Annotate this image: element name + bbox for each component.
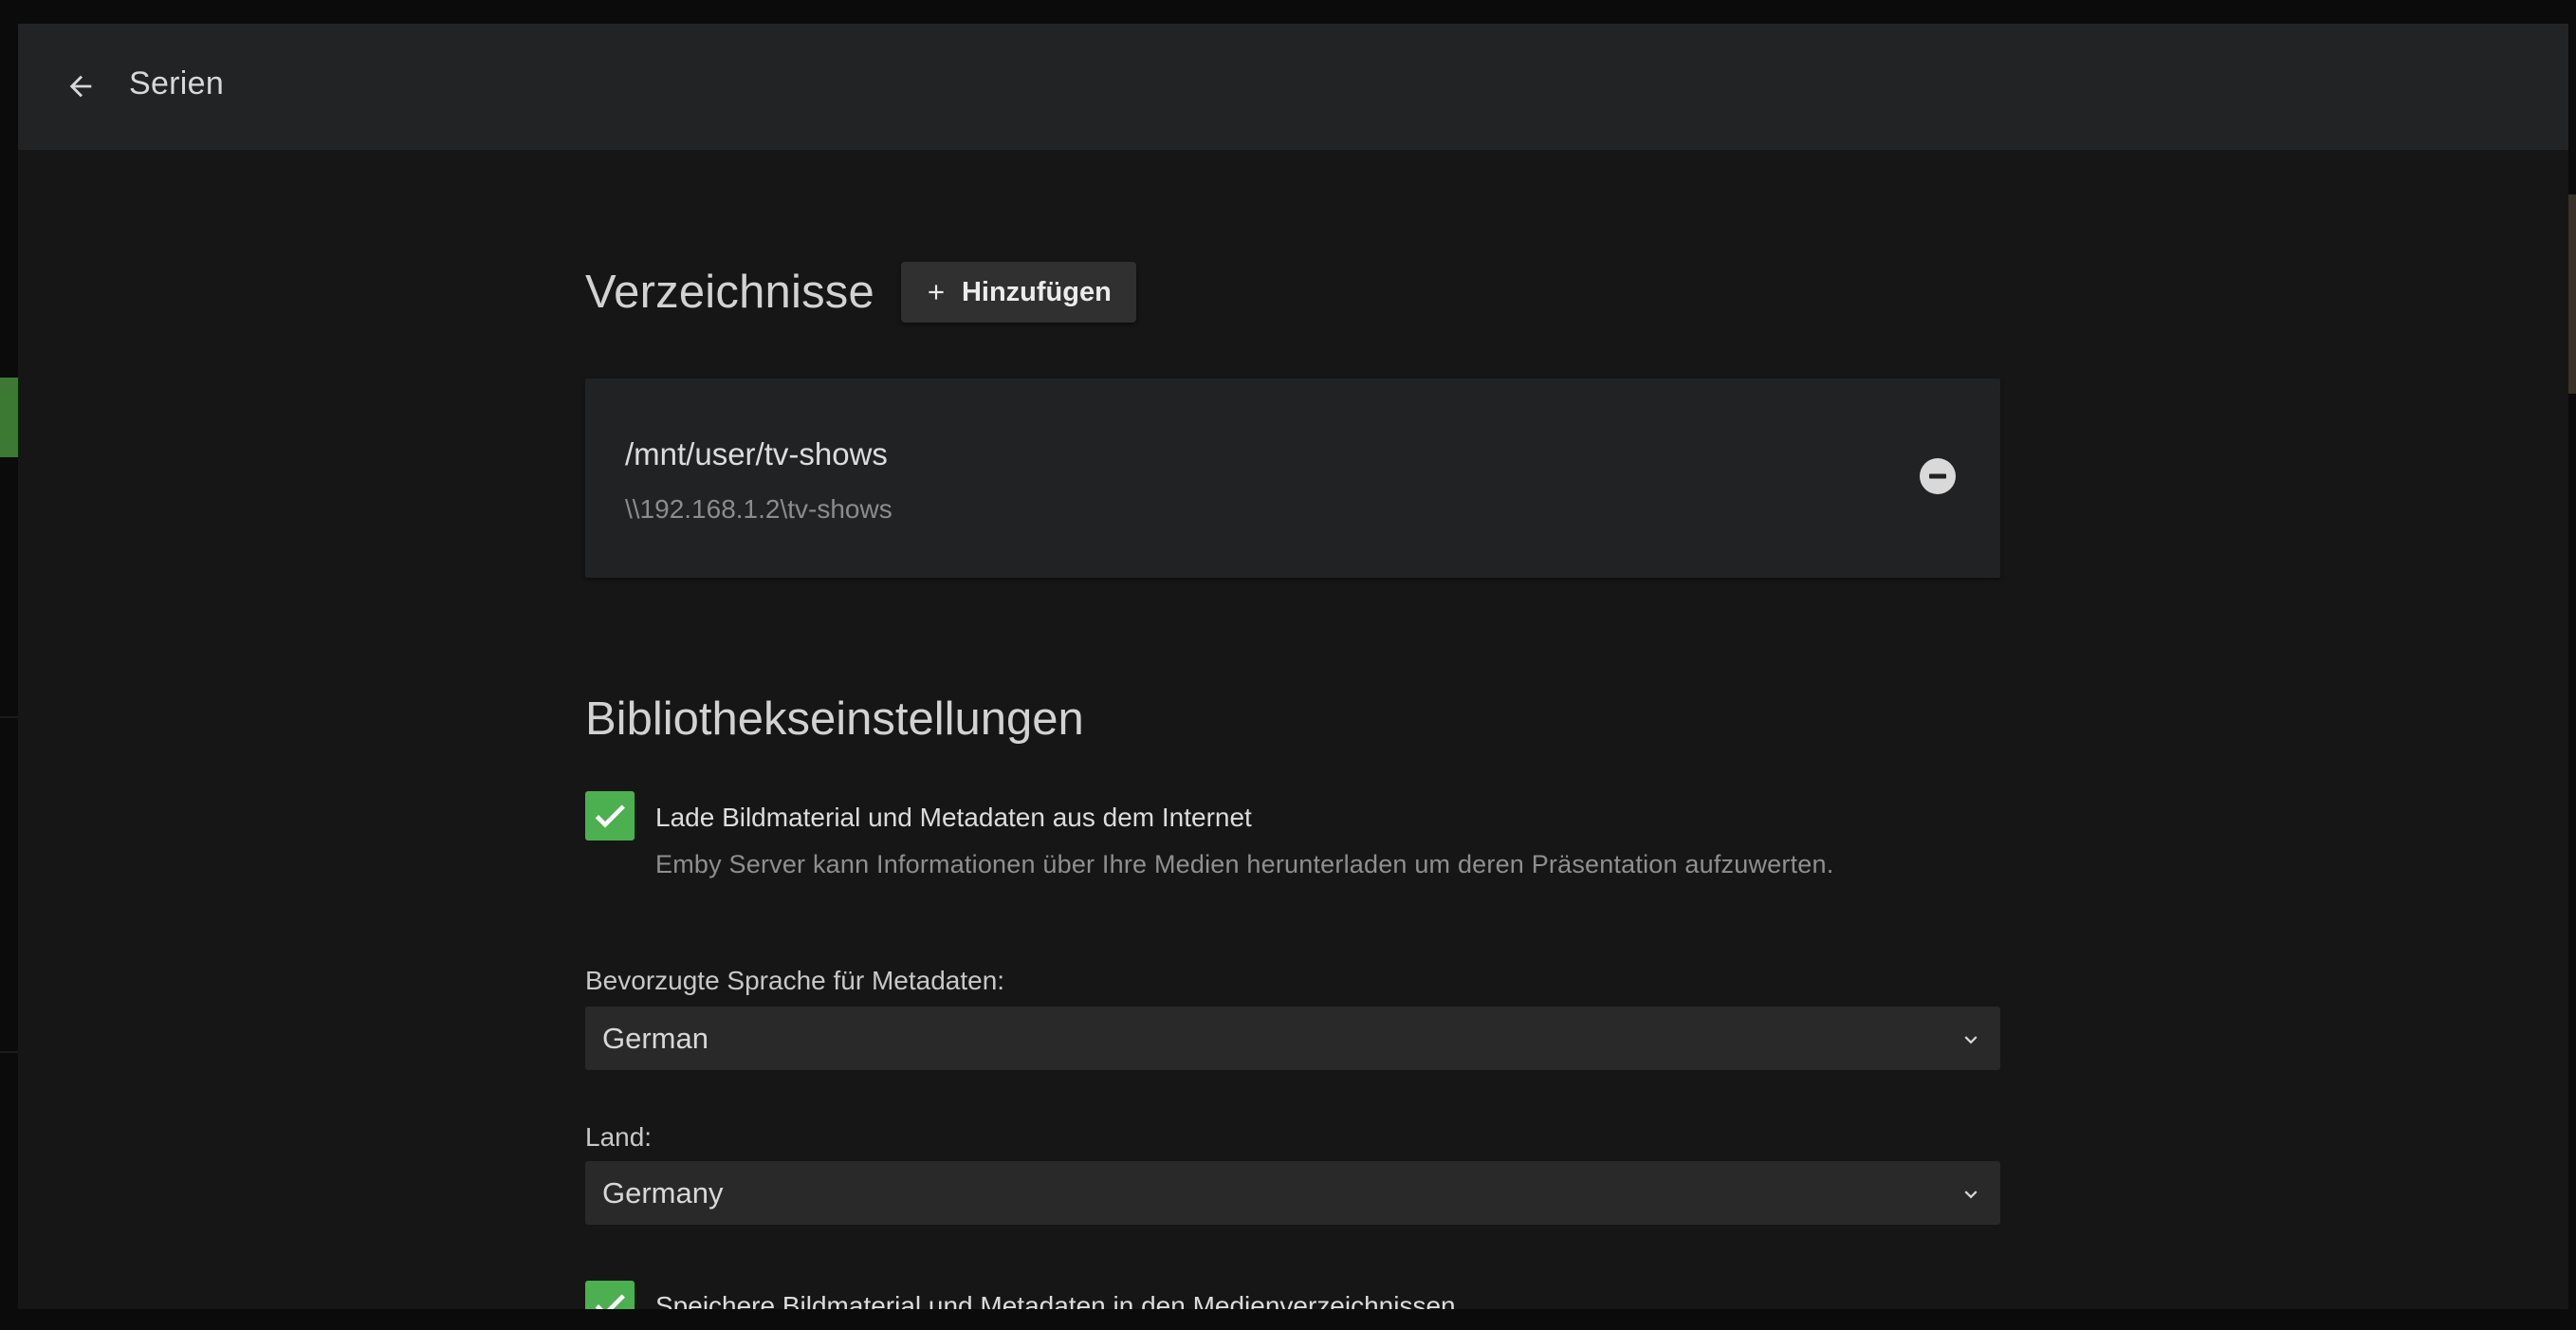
add-folder-button[interactable]: Hinzufügen [900,262,1136,323]
background-divider [0,716,18,718]
folder-card[interactable]: /mnt/user/tv-shows \\192.168.1.2\tv-show… [585,379,2000,578]
download-metadata-label: Lade Bildmaterial und Metadaten aus dem … [655,803,1252,832]
country-value: Germany [602,1176,724,1210]
arrow-left-icon [69,75,92,98]
country-label: Land: [585,1122,653,1152]
metadata-language-value: German [602,1022,708,1055]
background-divider [0,1051,18,1053]
folder-network-path: \\192.168.1.2\tv-shows [625,494,892,524]
folder-path: /mnt/user/tv-shows [625,436,888,471]
minus-circle-icon [1920,458,1956,494]
back-button[interactable] [56,62,105,111]
remove-folder-button[interactable] [1919,457,1957,495]
metadata-language-label: Bevorzugte Sprache für Metadaten: [585,966,1005,995]
country-select[interactable]: Germany [585,1161,2000,1225]
chevron-down-icon [1964,1191,1978,1199]
background-active-nav-item [0,378,18,457]
dialog-title: Serien [129,65,225,102]
chevron-down-icon [1964,1036,1978,1044]
download-metadata-checkbox[interactable] [585,791,635,840]
checkmark-icon [595,1294,625,1309]
checkmark-icon [595,804,625,828]
save-local-checkbox[interactable] [585,1281,635,1309]
folders-section-header: Verzeichnisse Hinzufügen [585,262,1136,323]
download-metadata-description: Emby Server kann Informationen über Ihre… [655,850,1834,878]
add-folder-label: Hinzufügen [961,276,1112,307]
save-local-label: Speichere Bildmaterial und Metadaten in … [655,1291,1456,1309]
plus-icon [929,285,944,300]
library-settings-heading: Bibliothekseinstellungen [585,693,1084,745]
dialog-header: Serien [18,24,2568,150]
metadata-language-select[interactable]: German [585,1007,2000,1070]
library-dialog: Serien Verzeichnisse Hinzufügen /mnt/use… [18,24,2568,1309]
folders-heading: Verzeichnisse [585,267,874,318]
